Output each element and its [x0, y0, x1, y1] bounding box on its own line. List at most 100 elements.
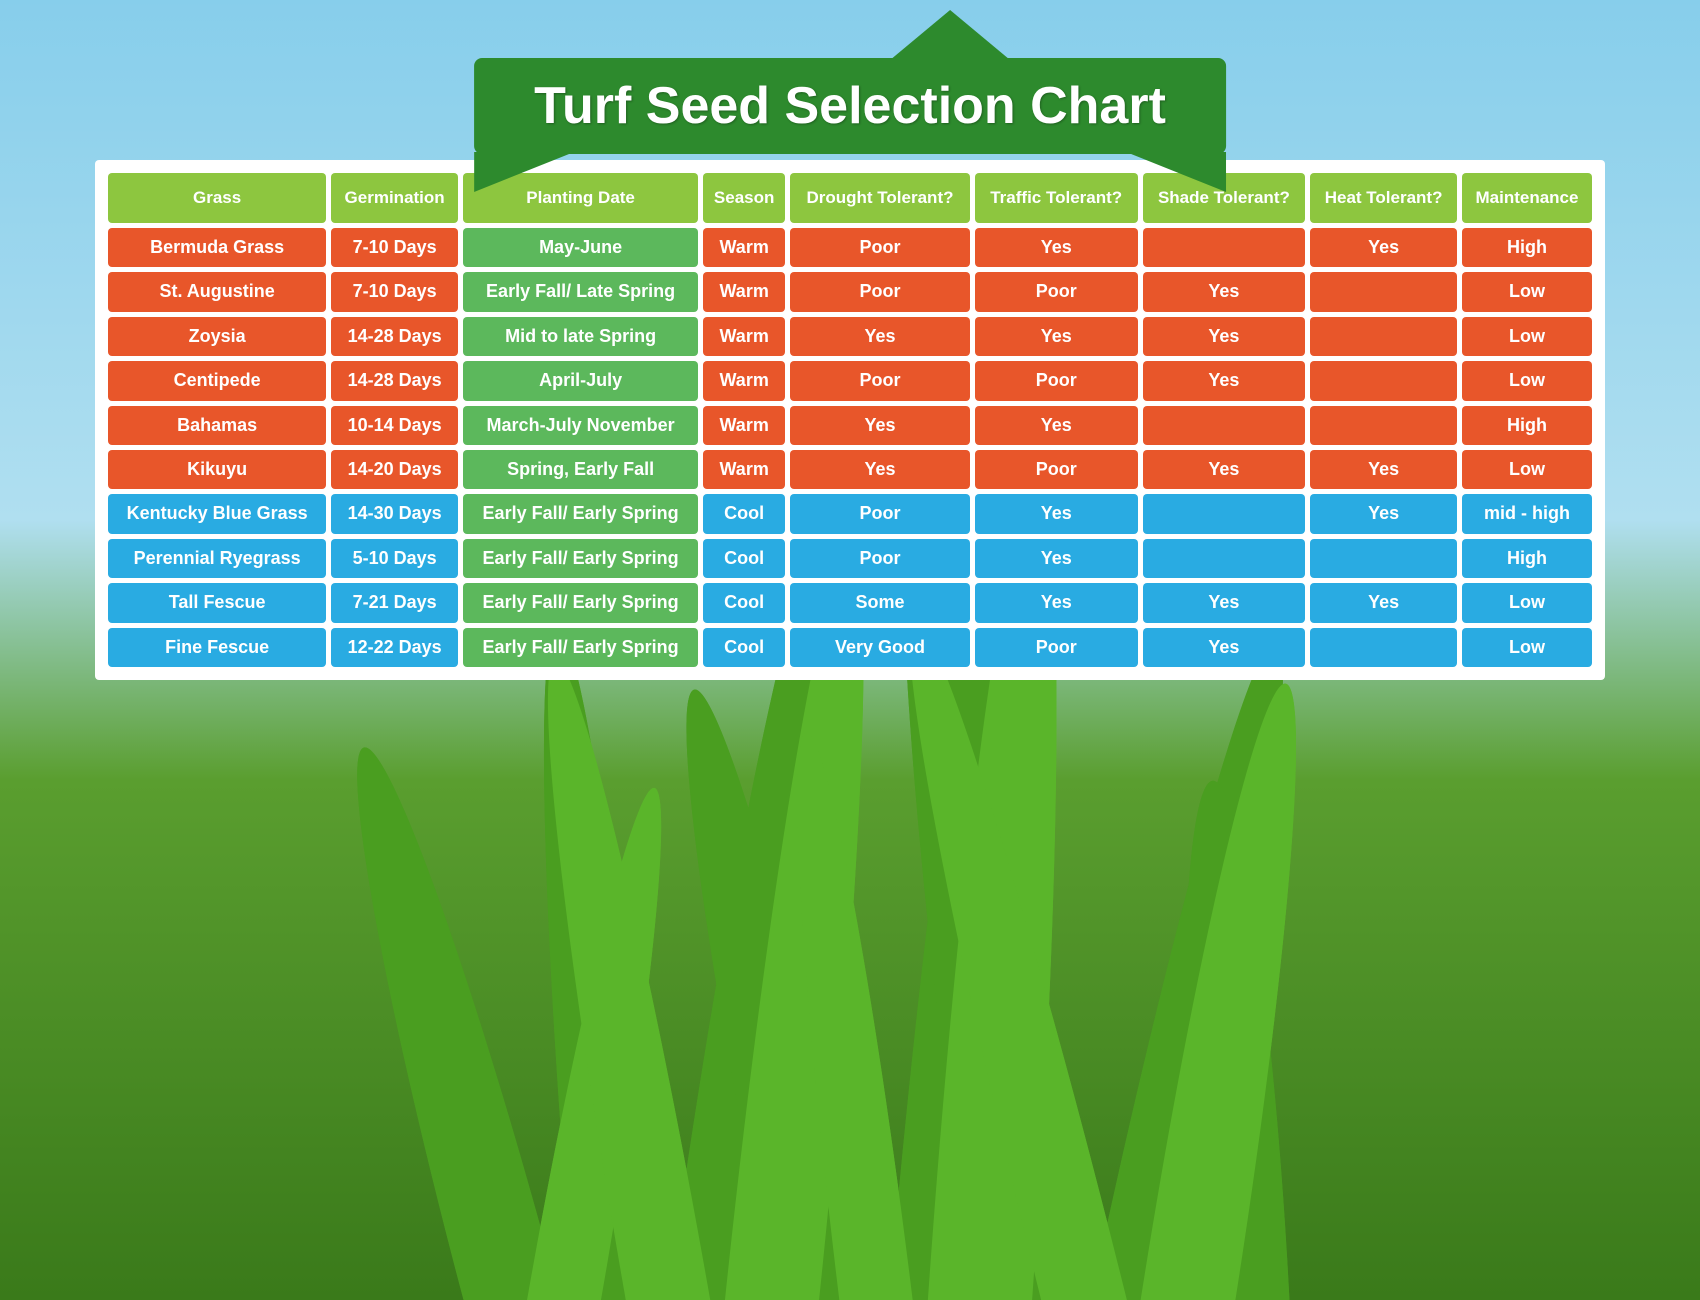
bottom-left-arrow-icon [474, 152, 574, 192]
cell-planting: Early Fall/ Late Spring [463, 272, 698, 311]
cell-traffic: Yes [975, 317, 1138, 356]
cell-drought: Yes [790, 450, 970, 489]
cell-drought: Poor [790, 361, 970, 400]
table-row: Centipede14-28 DaysApril-JulyWarmPoorPoo… [108, 361, 1592, 400]
cell-planting: April-July [463, 361, 698, 400]
cell-heat [1310, 317, 1457, 356]
cell-heat: Yes [1310, 228, 1457, 267]
cell-heat [1310, 628, 1457, 667]
cell-germination: 5-10 Days [331, 539, 458, 578]
cell-maintenance: High [1462, 406, 1592, 445]
cell-germination: 10-14 Days [331, 406, 458, 445]
table-row: Perennial Ryegrass5-10 DaysEarly Fall/ E… [108, 539, 1592, 578]
cell-germination: 7-10 Days [331, 272, 458, 311]
cell-shade: Yes [1143, 272, 1306, 311]
title-area: Turf Seed Selection Chart [474, 10, 1226, 192]
header-germination: Germination [331, 173, 458, 223]
cell-germination: 12-22 Days [331, 628, 458, 667]
cell-shade [1143, 539, 1306, 578]
cell-season: Cool [703, 494, 785, 533]
cell-grass: Bahamas [108, 406, 326, 445]
cell-drought: Poor [790, 494, 970, 533]
cell-season: Warm [703, 272, 785, 311]
bottom-right-arrow-icon [1126, 152, 1226, 192]
cell-maintenance: Low [1462, 361, 1592, 400]
chart-container: Grass Germination Planting Date Season D… [95, 160, 1605, 680]
cell-shade: Yes [1143, 628, 1306, 667]
cell-planting: Early Fall/ Early Spring [463, 583, 698, 622]
cell-heat: Yes [1310, 583, 1457, 622]
cell-traffic: Yes [975, 539, 1138, 578]
cell-drought: Very Good [790, 628, 970, 667]
header-grass: Grass [108, 173, 326, 223]
cell-traffic: Yes [975, 228, 1138, 267]
cell-maintenance: Low [1462, 628, 1592, 667]
cell-maintenance: Low [1462, 317, 1592, 356]
cell-traffic: Poor [975, 272, 1138, 311]
cell-shade [1143, 406, 1306, 445]
cell-maintenance: mid - high [1462, 494, 1592, 533]
cell-germination: 14-28 Days [331, 317, 458, 356]
chart-title: Turf Seed Selection Chart [474, 58, 1226, 154]
turf-table: Grass Germination Planting Date Season D… [103, 168, 1597, 672]
cell-grass: Bermuda Grass [108, 228, 326, 267]
cell-grass: Perennial Ryegrass [108, 539, 326, 578]
cell-planting: Early Fall/ Early Spring [463, 628, 698, 667]
cell-maintenance: Low [1462, 583, 1592, 622]
cell-season: Warm [703, 406, 785, 445]
cell-shade [1143, 494, 1306, 533]
cell-traffic: Poor [975, 450, 1138, 489]
cell-shade: Yes [1143, 583, 1306, 622]
cell-heat [1310, 539, 1457, 578]
cell-season: Cool [703, 628, 785, 667]
header-maintenance: Maintenance [1462, 173, 1592, 223]
cell-traffic: Yes [975, 583, 1138, 622]
cell-season: Warm [703, 361, 785, 400]
cell-season: Warm [703, 450, 785, 489]
cell-drought: Poor [790, 228, 970, 267]
table-row: Fine Fescue12-22 DaysEarly Fall/ Early S… [108, 628, 1592, 667]
cell-germination: 7-21 Days [331, 583, 458, 622]
cell-grass: Kikuyu [108, 450, 326, 489]
cell-maintenance: High [1462, 539, 1592, 578]
cell-shade: Yes [1143, 317, 1306, 356]
cell-drought: Yes [790, 406, 970, 445]
cell-planting: May-June [463, 228, 698, 267]
table-row: Kikuyu14-20 DaysSpring, Early FallWarmYe… [108, 450, 1592, 489]
cell-traffic: Poor [975, 361, 1138, 400]
cell-heat: Yes [1310, 494, 1457, 533]
cell-germination: 14-20 Days [331, 450, 458, 489]
cell-grass: St. Augustine [108, 272, 326, 311]
cell-maintenance: Low [1462, 272, 1592, 311]
cell-grass: Centipede [108, 361, 326, 400]
cell-germination: 14-30 Days [331, 494, 458, 533]
cell-heat [1310, 361, 1457, 400]
header-heat: Heat Tolerant? [1310, 173, 1457, 223]
cell-planting: Mid to late Spring [463, 317, 698, 356]
table-row: Bahamas10-14 DaysMarch-July NovemberWarm… [108, 406, 1592, 445]
cell-grass: Zoysia [108, 317, 326, 356]
cell-planting: Early Fall/ Early Spring [463, 494, 698, 533]
cell-season: Warm [703, 317, 785, 356]
cell-maintenance: High [1462, 228, 1592, 267]
cell-shade: Yes [1143, 361, 1306, 400]
cell-heat [1310, 272, 1457, 311]
cell-germination: 7-10 Days [331, 228, 458, 267]
cell-planting: Spring, Early Fall [463, 450, 698, 489]
cell-heat: Yes [1310, 450, 1457, 489]
cell-shade: Yes [1143, 450, 1306, 489]
cell-grass: Tall Fescue [108, 583, 326, 622]
table-row: Tall Fescue7-21 DaysEarly Fall/ Early Sp… [108, 583, 1592, 622]
cell-season: Cool [703, 539, 785, 578]
cell-traffic: Yes [975, 494, 1138, 533]
cell-germination: 14-28 Days [331, 361, 458, 400]
cell-grass: Fine Fescue [108, 628, 326, 667]
cell-traffic: Poor [975, 628, 1138, 667]
cell-planting: Early Fall/ Early Spring [463, 539, 698, 578]
cell-season: Warm [703, 228, 785, 267]
cell-shade [1143, 228, 1306, 267]
cell-drought: Yes [790, 317, 970, 356]
table-row: Kentucky Blue Grass14-30 DaysEarly Fall/… [108, 494, 1592, 533]
cell-maintenance: Low [1462, 450, 1592, 489]
table-row: St. Augustine7-10 DaysEarly Fall/ Late S… [108, 272, 1592, 311]
